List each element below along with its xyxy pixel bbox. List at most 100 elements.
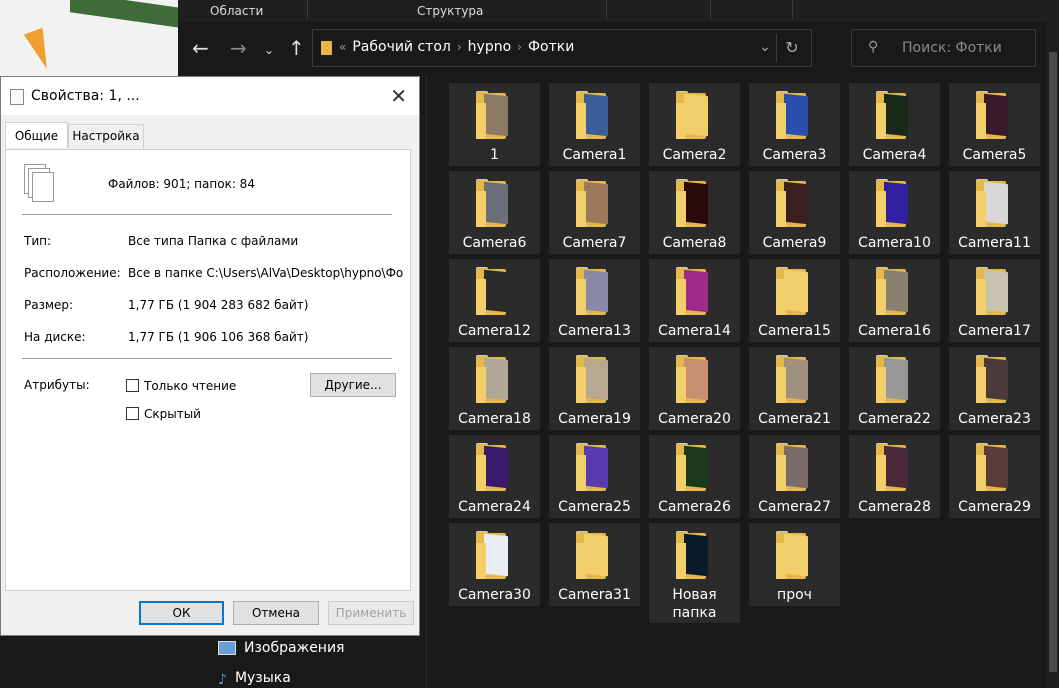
- folder-name: Camera28: [858, 499, 931, 515]
- refresh-icon[interactable]: ↻: [776, 34, 807, 62]
- folder-name: Новая папка: [672, 587, 717, 621]
- breadcrumb-separator-icon[interactable]: ›: [457, 40, 462, 54]
- folder-item[interactable]: Camera26: [649, 435, 740, 518]
- folder-item[interactable]: Camera14: [649, 259, 740, 342]
- folder-item[interactable]: Camera27: [749, 435, 840, 518]
- nav-item-pictures[interactable]: Изображения: [218, 640, 344, 656]
- ribbon-structure-group[interactable]: Структура: [417, 4, 483, 18]
- folder-item[interactable]: Camera10: [849, 171, 940, 254]
- folder-item[interactable]: Camera30: [449, 523, 540, 606]
- folder-item[interactable]: Camera9: [749, 171, 840, 254]
- folder-item[interactable]: Camera31: [549, 523, 640, 606]
- tab-general[interactable]: Общие: [5, 122, 68, 148]
- folder-item[interactable]: Camera13: [549, 259, 640, 342]
- close-icon[interactable]: ✕: [390, 84, 407, 108]
- folder-item[interactable]: Camera12: [449, 259, 540, 342]
- properties-icon: [10, 89, 24, 105]
- folder-icon: [676, 91, 714, 139]
- folder-icon: [776, 531, 814, 579]
- folder-item[interactable]: Camera23: [949, 347, 1040, 430]
- hidden-checkbox[interactable]: [126, 407, 139, 420]
- folder-item[interactable]: Camera25: [549, 435, 640, 518]
- dialog-titlebar[interactable]: Свойства: 1, ... ✕: [1, 77, 419, 115]
- folder-item[interactable]: Новая папка: [649, 523, 740, 623]
- nav-item-music[interactable]: ♪ Музыка: [218, 670, 291, 688]
- breadcrumb-separator-icon[interactable]: ›: [517, 40, 522, 54]
- ribbon-separator: [792, 0, 793, 20]
- folder-item[interactable]: Camera18: [449, 347, 540, 430]
- tab-customize[interactable]: Настройка: [68, 124, 144, 148]
- location-label: Расположение:: [24, 266, 121, 280]
- files-summary: Файлов: 901; папок: 84: [108, 177, 255, 191]
- folder-icon: [576, 179, 614, 227]
- folder-item[interactable]: Camera28: [849, 435, 940, 518]
- folder-name: Camera7: [562, 235, 627, 251]
- folder-name: Camera6: [462, 235, 527, 251]
- folder-item[interactable]: Camera11: [949, 171, 1040, 254]
- folder-item[interactable]: Camera19: [549, 347, 640, 430]
- folder-item[interactable]: Camera1: [549, 83, 640, 166]
- forward-arrow-icon[interactable]: →: [230, 36, 247, 60]
- nav-item-label: Музыка: [234, 670, 291, 686]
- folder-item[interactable]: Camera7: [549, 171, 640, 254]
- folder-item[interactable]: Camera29: [949, 435, 1040, 518]
- folder-name: Camera22: [858, 411, 931, 427]
- search-box[interactable]: ⚲ Поиск: Фотки: [851, 29, 1036, 67]
- folder-item[interactable]: Camera2: [649, 83, 740, 166]
- folder-item[interactable]: Camera4: [849, 83, 940, 166]
- folder-item[interactable]: проч: [749, 523, 840, 606]
- folder-name: проч: [777, 587, 812, 603]
- folder-icon: [576, 443, 614, 491]
- folder-name: Camera24: [458, 499, 531, 515]
- folder-item[interactable]: Camera21: [749, 347, 840, 430]
- search-placeholder: Поиск: Фотки: [902, 40, 1002, 56]
- hidden-label[interactable]: Скрытый: [144, 407, 201, 421]
- readonly-checkbox[interactable]: [126, 379, 139, 392]
- address-dropdown-icon[interactable]: ⌄: [759, 39, 771, 55]
- location-value: Все в папке C:\Users\AlVa\Desktop\hypno\…: [128, 266, 403, 280]
- apply-button[interactable]: Применить: [328, 601, 414, 625]
- folder-item[interactable]: Camera22: [849, 347, 940, 430]
- folder-item[interactable]: Camera20: [649, 347, 740, 430]
- folder-icon: [976, 179, 1014, 227]
- folder-item[interactable]: Camera3: [749, 83, 840, 166]
- scrollbar-thumb[interactable]: [1049, 52, 1057, 672]
- cancel-button[interactable]: Отмена: [233, 601, 319, 625]
- folder-icon: [776, 267, 814, 315]
- folder-item[interactable]: Camera16: [849, 259, 940, 342]
- folder-item[interactable]: Camera8: [649, 171, 740, 254]
- folder-name: Camera20: [658, 411, 731, 427]
- breadcrumb-photos[interactable]: Фотки: [528, 39, 574, 55]
- folder-item[interactable]: Camera17: [949, 259, 1040, 342]
- ribbon-separator: [307, 0, 308, 20]
- folder-icon: [476, 179, 514, 227]
- breadcrumb-hypno[interactable]: hypno: [468, 39, 511, 55]
- readonly-label[interactable]: Только чтение: [144, 379, 236, 393]
- folder-icon: [976, 443, 1014, 491]
- breadcrumb-desktop[interactable]: Рабочий стол: [352, 39, 451, 55]
- up-arrow-icon[interactable]: ↑: [288, 36, 305, 60]
- recent-locations-chevron-icon[interactable]: ⌄: [264, 38, 274, 62]
- ok-button[interactable]: ОК: [139, 601, 224, 625]
- back-arrow-icon[interactable]: ←: [192, 36, 209, 60]
- folder-item[interactable]: Camera5: [949, 83, 1040, 166]
- folder-name: Camera9: [762, 235, 827, 251]
- address-bar[interactable]: « Рабочий стол › hypno › Фотки ⌄ ↻: [312, 29, 812, 67]
- general-panel: Файлов: 901; папок: 84 Тип: Все типа Пап…: [5, 149, 411, 591]
- dialog-title: Свойства: 1, ...: [31, 88, 140, 104]
- overflow-chevron-icon[interactable]: «: [339, 40, 346, 54]
- folder-icon: [476, 355, 514, 403]
- folder-name: Camera13: [558, 323, 631, 339]
- ribbon-areas-group[interactable]: Области: [210, 4, 263, 18]
- other-attributes-button[interactable]: Другие...: [310, 373, 396, 397]
- folder-name: Camera17: [958, 323, 1031, 339]
- folder-item[interactable]: Camera24: [449, 435, 540, 518]
- ribbon-bar: Области Структура: [178, 0, 1059, 22]
- folder-item[interactable]: Camera15: [749, 259, 840, 342]
- folder-icon: [776, 443, 814, 491]
- folder-item[interactable]: Camera6: [449, 171, 540, 254]
- folder-item[interactable]: 1: [449, 83, 540, 166]
- folder-name: Camera15: [758, 323, 831, 339]
- vertical-scrollbar[interactable]: [1047, 22, 1059, 688]
- folder-icon: [776, 91, 814, 139]
